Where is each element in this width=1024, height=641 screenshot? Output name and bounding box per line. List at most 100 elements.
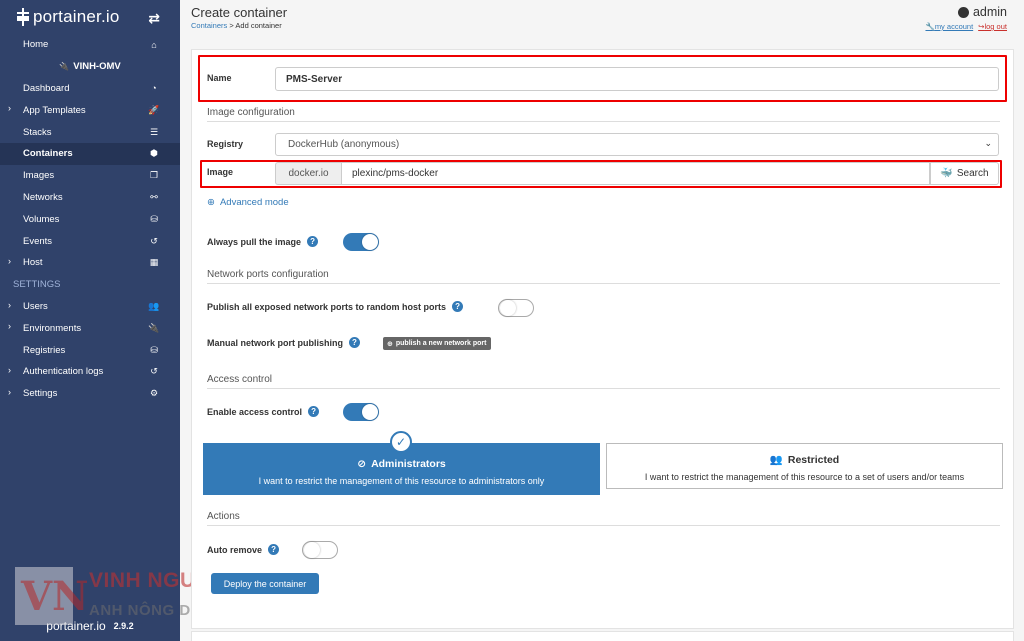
administrators-desc: I want to restrict the management of thi… bbox=[258, 476, 545, 486]
my-account-link[interactable]: 🔧my account bbox=[925, 22, 973, 31]
sidebar-item-settings[interactable]: › Settings ⚙ bbox=[0, 383, 180, 405]
log-out-link[interactable]: ↪log out bbox=[978, 22, 1007, 31]
chevron-right-icon: › bbox=[8, 255, 11, 266]
sidebar-toggle-icon[interactable]: ⇄ bbox=[148, 10, 160, 27]
breadcrumb-containers-link[interactable]: Containers bbox=[191, 21, 227, 30]
app-templates-icon: 🚀 bbox=[148, 104, 160, 115]
sidebar-item-registries[interactable]: Registries ⛁ bbox=[0, 339, 180, 361]
registry-value: DockerHub (anonymous) bbox=[288, 139, 400, 150]
globe-icon: ⊕ bbox=[207, 197, 215, 208]
help-icon[interactable]: ? bbox=[268, 544, 280, 555]
breadcrumb: Containers > Add container bbox=[191, 21, 282, 30]
search-label: Search bbox=[956, 168, 989, 179]
sidebar-item-label: Volumes bbox=[23, 213, 60, 225]
plug-icon: 🔌 bbox=[59, 62, 70, 72]
sidebar-item-images[interactable]: Images ❐ bbox=[0, 165, 180, 187]
sidebar-item-label: Home bbox=[23, 39, 49, 51]
advanced-mode-label: Advanced mode bbox=[219, 197, 289, 208]
name-input[interactable]: PMS-Server bbox=[275, 67, 999, 91]
chevron-right-icon: › bbox=[8, 386, 11, 397]
help-icon[interactable]: ? bbox=[349, 337, 360, 348]
auto-remove-label: Auto remove bbox=[207, 544, 263, 555]
registry-select[interactable]: DockerHub (anonymous) ⌄ bbox=[275, 133, 999, 156]
brand[interactable]: portainer.io ⇄ bbox=[0, 0, 180, 34]
user-menu: admin bbox=[957, 5, 1007, 19]
environment-name: VINH-OMV bbox=[73, 61, 121, 73]
sidebar-item-users[interactable]: › Users 👥 bbox=[0, 296, 180, 318]
publish-all-row: Publish all exposed network ports to ran… bbox=[207, 301, 464, 312]
help-icon[interactable]: ? bbox=[452, 301, 464, 312]
authentication-logs-icon: ↺ bbox=[150, 366, 158, 377]
sidebar-item-settings: SETTINGS bbox=[0, 274, 180, 296]
sidebar-item-label: Events bbox=[23, 235, 53, 247]
image-label: Image bbox=[207, 167, 234, 177]
sidebar-item-containers[interactable]: Containers ⬢ bbox=[0, 142, 180, 165]
sidebar-item-vinh-omv[interactable]: 🔌 VINH-OMV bbox=[0, 56, 180, 78]
enable-access-toggle[interactable] bbox=[343, 403, 379, 421]
actions-title: Actions bbox=[207, 511, 1000, 526]
images-icon: ❐ bbox=[149, 170, 159, 181]
footer-brand: portainer.io bbox=[46, 619, 106, 633]
manual-publish-label: Manual network port publishing bbox=[207, 337, 343, 348]
sidebar-footer: portainer.io 2.9.2 bbox=[0, 619, 180, 633]
always-pull-toggle[interactable] bbox=[343, 233, 379, 251]
restricted-desc: I want to restrict the management of thi… bbox=[644, 472, 965, 482]
enable-access-row: Enable access control ? bbox=[207, 406, 320, 417]
environments-icon: 🔌 bbox=[148, 322, 160, 333]
chevron-down-icon: ⌄ bbox=[984, 138, 992, 148]
manual-publish-row: Manual network port publishing ? bbox=[207, 337, 360, 348]
image-search-button[interactable]: 🐳 Search bbox=[930, 162, 999, 185]
user-icon bbox=[957, 6, 969, 18]
help-icon[interactable]: ? bbox=[308, 406, 320, 417]
sidebar-item-app-templates[interactable]: › App Templates 🚀 bbox=[0, 99, 180, 121]
sidebar-item-label: Users bbox=[23, 300, 48, 312]
sidebar-item-label: App Templates bbox=[23, 104, 86, 116]
registry-label: Registry bbox=[207, 139, 244, 149]
auto-remove-toggle[interactable] bbox=[302, 541, 338, 559]
sidebar-item-label: Host bbox=[23, 257, 43, 269]
sidebar-item-host[interactable]: › Host ▦ bbox=[0, 252, 180, 274]
bottom-panel-edge bbox=[191, 631, 1014, 641]
access-control-title: Access control bbox=[207, 374, 1000, 389]
host-icon: ▦ bbox=[149, 257, 159, 268]
enable-access-label: Enable access control bbox=[207, 406, 303, 417]
image-config-title: Image configuration bbox=[207, 107, 1000, 122]
brand-name: portainer.io bbox=[33, 7, 120, 26]
chevron-right-icon: › bbox=[8, 364, 11, 375]
advanced-mode-link[interactable]: ⊕ Advanced mode bbox=[207, 197, 289, 208]
sidebar-item-events[interactable]: Events ↺ bbox=[0, 230, 180, 252]
sidebar-item-label: SETTINGS bbox=[13, 279, 61, 291]
sidebar-item-dashboard[interactable]: Dashboard ◔ bbox=[0, 78, 180, 100]
home-icon: ⌂ bbox=[151, 39, 157, 50]
footer-version: 2.9.2 bbox=[113, 621, 134, 631]
sidebar-item-label: Stacks bbox=[23, 126, 52, 138]
name-label: Name bbox=[207, 73, 232, 83]
sidebar-item-label: Settings bbox=[23, 388, 58, 400]
sidebar-item-authentication-logs[interactable]: › Authentication logs ↺ bbox=[0, 361, 180, 383]
deploy-container-button[interactable]: Deploy the container bbox=[211, 573, 319, 594]
sidebar-item-environments[interactable]: › Environments 🔌 bbox=[0, 317, 180, 339]
publish-all-toggle[interactable] bbox=[498, 299, 534, 317]
username: admin bbox=[972, 5, 1007, 19]
networks-icon: ⚯ bbox=[150, 191, 158, 202]
sidebar: portainer.io ⇄ Home ⌂ 🔌 VINH-OMV Dashboard ◔ ›… bbox=[0, 0, 180, 641]
users-icon: 👥 bbox=[148, 300, 160, 311]
plus-circle-icon: ⊕ bbox=[387, 340, 393, 348]
sidebar-item-volumes[interactable]: Volumes ⛁ bbox=[0, 208, 180, 230]
help-icon[interactable]: ? bbox=[307, 236, 319, 247]
restricted-title: Restricted bbox=[787, 453, 840, 466]
sidebar-item-networks[interactable]: Networks ⚯ bbox=[0, 187, 180, 209]
chevron-right-icon: › bbox=[8, 299, 11, 310]
portainer-logo-icon bbox=[16, 8, 30, 26]
publish-new-port-button[interactable]: ⊕ publish a new network port bbox=[383, 337, 491, 350]
users-icon: 👥 bbox=[769, 454, 783, 466]
sidebar-item-stacks[interactable]: Stacks ☰ bbox=[0, 121, 180, 143]
image-registry-prefix: docker.io bbox=[275, 162, 341, 185]
sidebar-item-label: Images bbox=[23, 170, 55, 182]
stacks-icon: ☰ bbox=[149, 126, 159, 137]
image-input[interactable]: plexinc/pms-docker bbox=[341, 162, 930, 185]
page-title: Create container bbox=[191, 5, 288, 20]
restricted-option[interactable]: 👥 Restricted I want to restrict the mana… bbox=[606, 443, 1003, 489]
registries-icon: ⛁ bbox=[150, 344, 158, 355]
sidebar-item-home[interactable]: Home ⌂ bbox=[0, 34, 180, 56]
